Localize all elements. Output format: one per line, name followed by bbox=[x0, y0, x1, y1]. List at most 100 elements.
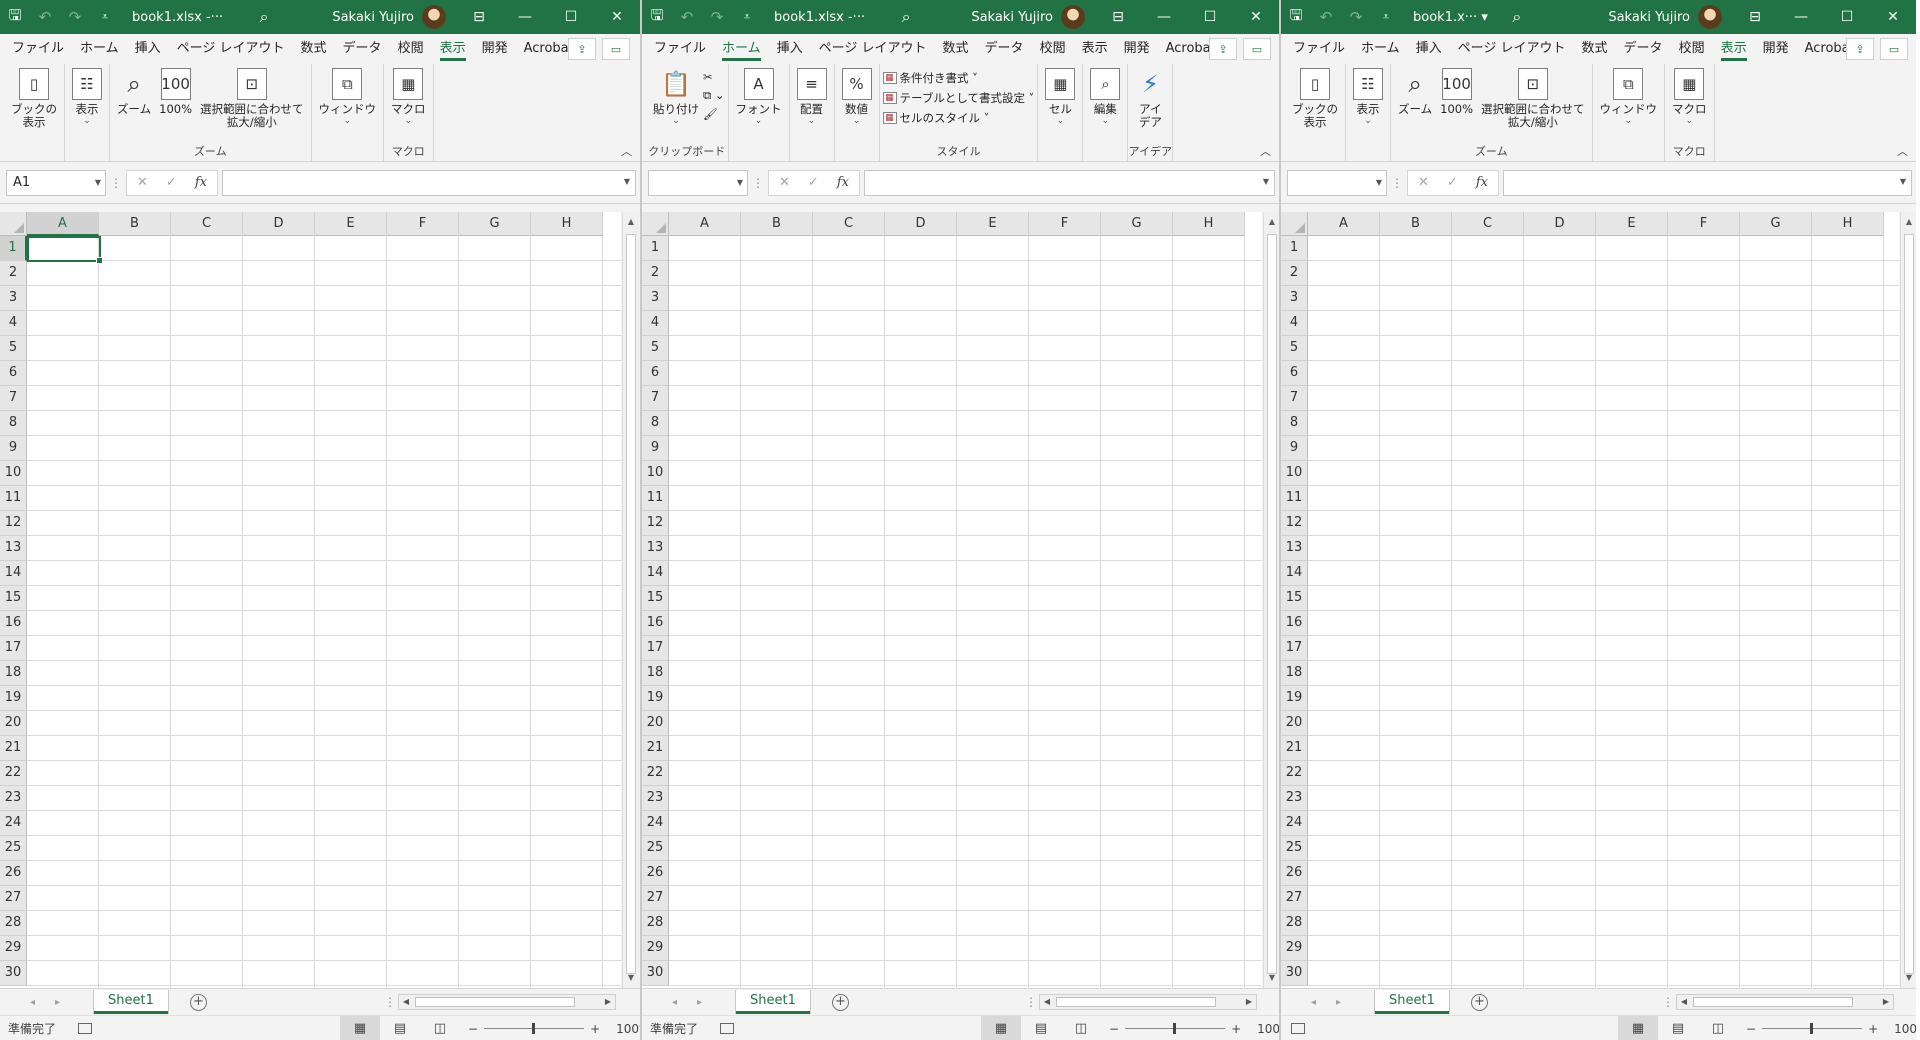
row-header[interactable]: 6 bbox=[1281, 361, 1308, 386]
zoom-slider-track[interactable] bbox=[1125, 1023, 1226, 1034]
normal-view-icon[interactable]: ▦ bbox=[340, 1016, 380, 1040]
zoom-slider-track[interactable] bbox=[1762, 1023, 1863, 1034]
sheet-tab[interactable]: Sheet1 bbox=[1375, 990, 1449, 1014]
sheet-nav-icon[interactable]: ◂▸ bbox=[1311, 997, 1361, 1008]
row-header[interactable]: 21 bbox=[1281, 736, 1308, 761]
tab-0[interactable]: ファイル bbox=[646, 34, 714, 64]
sheet-nav-icon[interactable]: ◂▸ bbox=[30, 997, 80, 1008]
ribbon-display-options-icon[interactable]: ⊟ bbox=[1095, 0, 1141, 34]
undo-icon[interactable]: ↶ bbox=[1311, 0, 1341, 34]
editing-button[interactable]: ⌕ 編集 ⌄ bbox=[1086, 68, 1124, 162]
formula-bar-grip[interactable]: ⋮ bbox=[748, 176, 768, 190]
row-header[interactable]: 21 bbox=[0, 736, 27, 761]
scroll-up-icon[interactable]: ▲ bbox=[1901, 214, 1916, 230]
row-header[interactable]: 24 bbox=[1281, 811, 1308, 836]
row-header[interactable]: 3 bbox=[1281, 286, 1308, 311]
row-header[interactable]: 2 bbox=[0, 261, 27, 286]
collapse-ribbon-icon[interactable]: ︿ bbox=[621, 143, 632, 159]
row-header[interactable]: 11 bbox=[0, 486, 27, 511]
zoom-level[interactable]: 100% bbox=[1894, 1022, 1916, 1036]
row-header[interactable]: 12 bbox=[0, 511, 27, 536]
select-all-button[interactable] bbox=[642, 212, 669, 236]
column-header[interactable]: B bbox=[99, 212, 171, 236]
tab-4[interactable]: 数式 bbox=[1574, 34, 1616, 64]
normal-view-icon[interactable]: ▦ bbox=[981, 1016, 1021, 1040]
sheet-nav-icon[interactable]: ◂▸ bbox=[672, 997, 722, 1008]
minimize-button[interactable]: — bbox=[1141, 0, 1187, 34]
insert-function-icon[interactable]: fx bbox=[195, 175, 207, 190]
share-icon[interactable]: ⇪ bbox=[1209, 38, 1237, 60]
scroll-right-icon[interactable]: ▶ bbox=[601, 995, 615, 1009]
tab-4[interactable]: 数式 bbox=[293, 34, 335, 64]
active-cell[interactable] bbox=[27, 236, 103, 264]
column-header[interactable]: D bbox=[243, 212, 315, 236]
enter-icon[interactable]: ✓ bbox=[166, 175, 177, 190]
tab-6[interactable]: 校閲 bbox=[1032, 34, 1074, 64]
row-header[interactable]: 13 bbox=[1281, 536, 1308, 561]
row-header[interactable]: 13 bbox=[0, 536, 27, 561]
undo-icon[interactable]: ↶ bbox=[672, 0, 702, 34]
row-header[interactable]: 10 bbox=[0, 461, 27, 486]
tab-2[interactable]: 挿入 bbox=[1408, 34, 1450, 64]
window-button[interactable]: ⧉ ウィンドウ ⌄ bbox=[315, 68, 381, 162]
insert-function-icon[interactable]: fx bbox=[1476, 175, 1488, 190]
row-header[interactable]: 7 bbox=[1281, 386, 1308, 411]
column-header[interactable]: C bbox=[1452, 212, 1524, 236]
share-icon[interactable]: ⇪ bbox=[1846, 38, 1874, 60]
row-header[interactable]: 20 bbox=[1281, 711, 1308, 736]
scroll-left-icon[interactable]: ◀ bbox=[1677, 995, 1691, 1009]
row-header[interactable]: 25 bbox=[642, 836, 669, 861]
row-header[interactable]: 3 bbox=[0, 286, 27, 311]
row-header[interactable]: 15 bbox=[642, 586, 669, 611]
row-header[interactable]: 28 bbox=[0, 911, 27, 936]
expand-formula-bar-icon[interactable]: ▼ bbox=[624, 177, 630, 186]
column-header[interactable]: A bbox=[27, 212, 99, 236]
scrollbar-thumb[interactable] bbox=[1904, 234, 1914, 974]
row-header[interactable]: 27 bbox=[642, 886, 669, 911]
name-box[interactable]: ▼ bbox=[648, 169, 748, 196]
row-header[interactable]: 28 bbox=[642, 911, 669, 936]
row-header[interactable]: 4 bbox=[1281, 311, 1308, 336]
row-header[interactable]: 2 bbox=[642, 261, 669, 286]
undo-icon[interactable]: ↶ bbox=[30, 0, 60, 34]
zoom-in-icon[interactable]: + bbox=[590, 1022, 600, 1036]
maximize-button[interactable]: ☐ bbox=[548, 0, 594, 34]
row-header[interactable]: 8 bbox=[642, 411, 669, 436]
row-header[interactable]: 26 bbox=[0, 861, 27, 886]
minimize-button[interactable]: — bbox=[502, 0, 548, 34]
tab-1[interactable]: ホーム bbox=[72, 34, 127, 64]
column-header[interactable]: G bbox=[459, 212, 531, 236]
tab-5[interactable]: データ bbox=[335, 34, 390, 64]
row-header[interactable]: 1 bbox=[0, 236, 27, 261]
column-header[interactable]: F bbox=[387, 212, 459, 236]
row-header[interactable]: 9 bbox=[1281, 436, 1308, 461]
column-header[interactable]: E bbox=[957, 212, 1029, 236]
close-button[interactable]: ✕ bbox=[1870, 0, 1916, 34]
new-sheet-icon[interactable]: + bbox=[1470, 993, 1488, 1011]
formula-input[interactable]: ▼ bbox=[221, 169, 636, 196]
formula-bar-grip[interactable]: ⋮ bbox=[106, 176, 126, 190]
zoom-slider-track[interactable] bbox=[484, 1023, 585, 1034]
row-header[interactable]: 4 bbox=[642, 311, 669, 336]
enter-icon[interactable]: ✓ bbox=[1447, 175, 1458, 190]
scroll-down-icon[interactable]: ▼ bbox=[1901, 970, 1916, 986]
row-header[interactable]: 28 bbox=[1281, 911, 1308, 936]
workbook-views-button[interactable]: ▯ ブックの 表示 bbox=[7, 68, 61, 162]
row-header[interactable]: 29 bbox=[642, 936, 669, 961]
row-header[interactable]: 22 bbox=[642, 761, 669, 786]
row-header[interactable]: 18 bbox=[642, 661, 669, 686]
scroll-down-icon[interactable]: ▼ bbox=[623, 970, 639, 986]
user-name[interactable]: Sakaki Yujiro bbox=[1608, 10, 1690, 25]
row-header[interactable]: 10 bbox=[1281, 461, 1308, 486]
tab-0[interactable]: ファイル bbox=[1285, 34, 1353, 64]
page-layout-view-icon[interactable]: ▤ bbox=[380, 1016, 420, 1040]
row-header[interactable]: 13 bbox=[642, 536, 669, 561]
workbook-views-button[interactable]: ▯ ブックの 表示 bbox=[1288, 68, 1342, 162]
row-header[interactable]: 23 bbox=[0, 786, 27, 811]
chevron-down-icon[interactable]: ▼ bbox=[737, 171, 743, 195]
row-header[interactable]: 14 bbox=[1281, 561, 1308, 586]
row-header[interactable]: 30 bbox=[1281, 961, 1308, 986]
column-header[interactable]: A bbox=[1308, 212, 1380, 236]
maximize-button[interactable]: ☐ bbox=[1187, 0, 1233, 34]
macro-recording-icon[interactable] bbox=[720, 1022, 735, 1034]
